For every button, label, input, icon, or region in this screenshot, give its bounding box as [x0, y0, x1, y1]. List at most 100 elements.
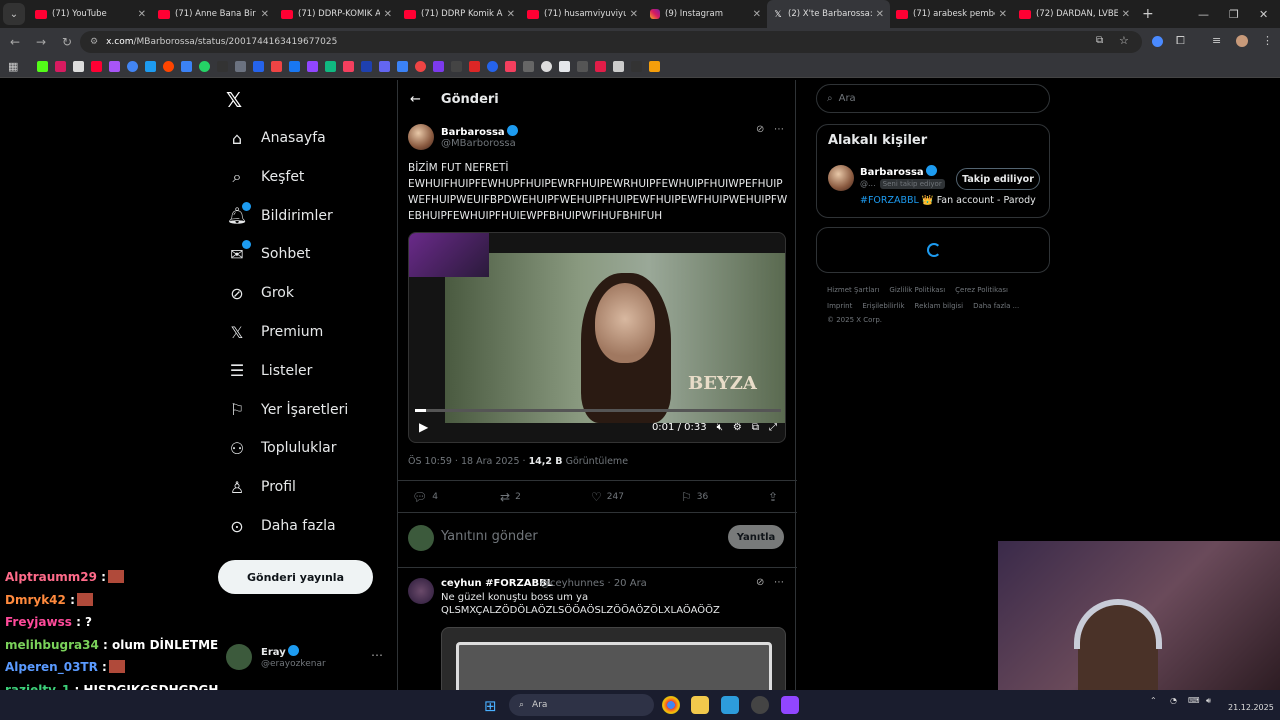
bookmark-icon-18[interactable] — [343, 61, 355, 72]
bookmark-icon-9[interactable] — [181, 61, 193, 72]
bookmark-icon-19[interactable] — [361, 61, 373, 72]
person-handle[interactable]: @... Seni takip ediyor — [860, 179, 945, 189]
play-icon[interactable]: ▶ — [419, 420, 428, 434]
browser-menu-icon[interactable]: ⋮ — [1262, 34, 1273, 47]
reply-action[interactable]: 💬︎ 4 — [412, 490, 438, 504]
back-icon[interactable]: ← — [2, 35, 28, 49]
twitch-bookmark-icon-2[interactable] — [307, 61, 319, 72]
sidebar-item-bell[interactable]: 🔔︎ Bildirimler — [218, 198, 333, 234]
bookmark-icon-7[interactable] — [145, 61, 157, 72]
bookmark-icon-30[interactable] — [559, 61, 571, 72]
sidebar-item-bookmark[interactable]: ⚐ Yer İşaretleri — [218, 392, 348, 428]
settings-icon[interactable]: ⚙ — [733, 422, 742, 433]
install-icon[interactable]: ⧉ — [1096, 35, 1103, 46]
retweet-action[interactable]: ⇄ 2 — [500, 490, 521, 504]
sidebar-item-grok[interactable]: ⊘ Grok — [218, 275, 294, 311]
bookmark-icon-27[interactable] — [505, 61, 517, 72]
bookmark-icon-26[interactable] — [487, 61, 499, 72]
footer-link[interactable]: Reklam bilgisi — [915, 302, 964, 310]
bookmark-icon-22[interactable] — [415, 61, 427, 72]
mute-icon[interactable]: 🔇︎ — [717, 422, 723, 433]
bookmark-icon-29[interactable] — [541, 61, 553, 72]
google-bookmark-icon[interactable] — [127, 61, 139, 72]
taskbar-date[interactable]: 21.12.2025 — [1228, 703, 1274, 712]
close-tab-icon[interactable]: ✕ — [384, 9, 392, 20]
volume-icon[interactable]: 🔊︎ — [1206, 696, 1211, 706]
wifi-icon[interactable]: ◔ — [1170, 696, 1177, 705]
close-window-icon[interactable]: ✕ — [1259, 0, 1268, 28]
bookmark-icon-14[interactable] — [271, 61, 283, 72]
reload-icon[interactable]: ↻ — [54, 35, 80, 49]
site-info-icon[interactable]: ⚙ — [90, 37, 98, 47]
following-button[interactable]: Takip ediliyor — [956, 168, 1040, 190]
tray-chevron-icon[interactable]: ⌃ — [1150, 696, 1157, 705]
maximize-icon[interactable]: ❐ — [1229, 0, 1239, 28]
file-explorer-icon[interactable] — [691, 696, 709, 714]
extensions-puzzle-icon[interactable]: ⧠ — [1176, 34, 1185, 48]
minimize-icon[interactable]: — — [1198, 0, 1209, 28]
x-logo-icon[interactable]: 𝕏 — [226, 88, 242, 112]
close-tab-icon[interactable]: ✕ — [507, 9, 515, 20]
x-bookmark-icon[interactable] — [73, 61, 85, 72]
tab-search-chevron-icon[interactable]: ⌄ — [3, 3, 25, 25]
close-tab-icon[interactable]: ✕ — [753, 9, 761, 20]
profile-avatar[interactable] — [1236, 35, 1248, 47]
bookmark-icon-31[interactable] — [577, 61, 589, 72]
browser-tab[interactable]: (71) Anne Bana Bir M ✕ — [152, 0, 275, 28]
reply-media[interactable] — [441, 627, 786, 697]
bookmark-icon-33[interactable] — [613, 61, 625, 72]
bookmark-action[interactable]: ⚐ 36 — [681, 490, 708, 504]
sidebar-item-list[interactable]: ☰ Listeler — [218, 353, 313, 389]
reply-button[interactable]: Yanıtla — [728, 525, 784, 549]
bookmark-icon-24[interactable] — [451, 61, 463, 72]
new-tab-button[interactable]: + — [1142, 6, 1154, 22]
sidebar-item-more-circle[interactable]: ⊙ Daha fazla — [218, 508, 335, 544]
close-tab-icon[interactable]: ✕ — [630, 9, 638, 20]
pip-icon[interactable]: ⧉ — [752, 422, 759, 433]
video-player[interactable]: BEYZA ▶ 0:01 / 0:33 🔇︎ ⚙ ⧉ ⤢ — [408, 232, 786, 443]
footer-link[interactable]: Çerez Politikası — [955, 286, 1008, 294]
instagram-bookmark-icon[interactable] — [55, 61, 67, 72]
back-arrow-icon[interactable]: ← — [410, 92, 421, 107]
footer-link[interactable]: Hizmet Şartları — [827, 286, 879, 294]
share-action[interactable]: ⇪ — [768, 490, 778, 504]
browser-tab[interactable]: (71) YouTube ✕ — [29, 0, 152, 28]
reading-list-icon[interactable]: ≡ — [1212, 34, 1221, 47]
like-action[interactable]: ♡ 247 — [591, 490, 624, 504]
bookmark-icon-17[interactable] — [325, 61, 337, 72]
youtube-bookmark-icon[interactable] — [91, 61, 103, 72]
bookmark-icon-11[interactable] — [217, 61, 229, 72]
close-tab-icon[interactable]: ✕ — [876, 9, 884, 20]
avatar[interactable] — [408, 578, 434, 604]
whatsapp-bookmark-icon[interactable] — [199, 61, 211, 72]
facebook-bookmark-icon[interactable] — [289, 61, 301, 72]
browser-tab[interactable]: (9) Instagram ✕ — [644, 0, 767, 28]
footer-link[interactable]: Erişilebilirlik — [862, 302, 904, 310]
bookmark-icon-13[interactable] — [253, 61, 265, 72]
grok-icon[interactable]: ⊘ — [756, 124, 764, 135]
chrome-icon[interactable] — [662, 696, 680, 714]
windows-start-icon[interactable]: ⊞ — [484, 697, 497, 715]
bookmark-icon-28[interactable] — [523, 61, 535, 72]
app-icon[interactable] — [751, 696, 769, 714]
fullscreen-icon[interactable]: ⤢ — [769, 422, 777, 433]
app-icon-2[interactable] — [781, 696, 799, 714]
browser-tab[interactable]: (71) DDRP-KOMIK AN ✕ — [275, 0, 398, 28]
sidebar-item-home[interactable]: ⌂ Anasayfa — [218, 120, 326, 156]
browser-tab[interactable]: (72) DARDAN, LVBEL ✕ — [1013, 0, 1136, 28]
folder-icon[interactable] — [649, 61, 661, 72]
more-icon[interactable]: ⋯ — [774, 577, 784, 588]
sidebar-item-user[interactable]: ♙ Profil — [218, 469, 296, 505]
bookmark-icon-20[interactable] — [379, 61, 391, 72]
avatar[interactable] — [828, 165, 854, 191]
avatar[interactable] — [408, 124, 434, 150]
footer-link[interactable]: Imprint — [827, 302, 852, 310]
bookmark-star-icon[interactable]: ☆ — [1119, 34, 1129, 47]
more-icon[interactable]: ⋯ — [371, 648, 383, 662]
bookmark-icon-12[interactable] — [235, 61, 247, 72]
apps-grid-icon[interactable]: ▦ — [8, 60, 18, 73]
browser-tab[interactable]: (71) husamviyuviyu - ✕ — [521, 0, 644, 28]
kick-bookmark-icon[interactable] — [37, 61, 49, 72]
sidebar-item-people[interactable]: ⚇ Topluluklar — [218, 430, 337, 466]
photos-icon[interactable] — [721, 696, 739, 714]
